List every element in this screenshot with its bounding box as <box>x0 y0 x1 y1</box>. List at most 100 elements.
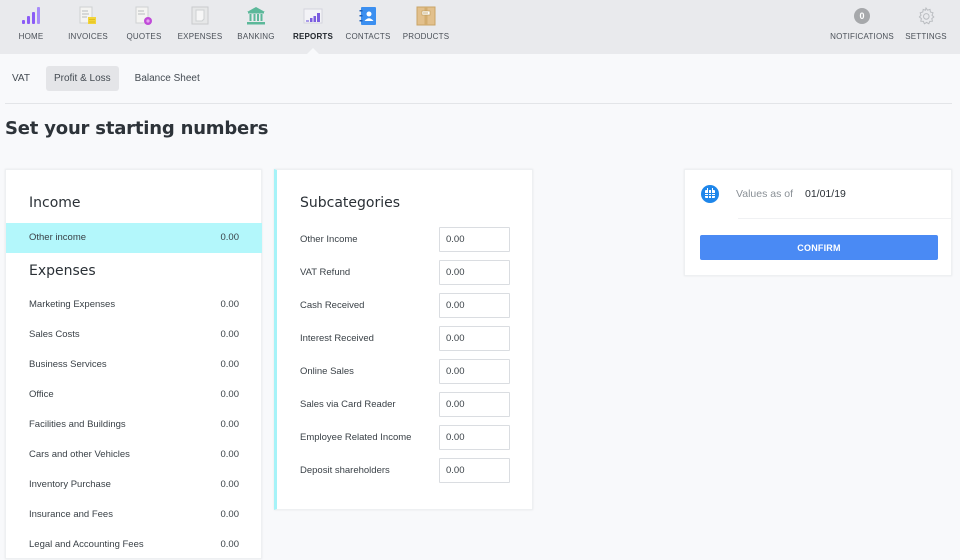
tab-vat[interactable]: VAT <box>4 66 38 91</box>
subcategory-row: Online Sales <box>277 359 532 384</box>
category-name: Office <box>29 389 54 400</box>
category-row[interactable]: Insurance and Fees 0.00 <box>6 500 262 530</box>
subcategories-panel: Subcategories Other Income VAT Refund Ca… <box>274 169 533 510</box>
expenses-heading: Expenses <box>29 263 96 279</box>
quote-icon <box>134 6 154 26</box>
category-value: 0.00 <box>220 419 240 430</box>
subcategory-amount-input[interactable] <box>439 359 510 384</box>
invoice-icon <box>78 6 98 26</box>
subcategory-label: Deposit shareholders <box>300 465 390 476</box>
category-name: Inventory Purchase <box>29 479 111 490</box>
subcategory-row: Other Income <box>277 227 532 252</box>
category-value: 0.00 <box>220 479 240 490</box>
subcategory-row: VAT Refund <box>277 260 532 285</box>
category-row[interactable]: Legal and Accounting Fees 0.00 <box>6 530 262 560</box>
subcategory-label: Interest Received <box>300 333 374 344</box>
category-row[interactable]: Inventory Purchase 0.00 <box>6 470 262 500</box>
categories-panel: Income Other income 0.00 Expenses Market… <box>5 169 262 559</box>
report-icon <box>303 6 323 26</box>
category-name: Insurance and Fees <box>29 509 113 520</box>
nav-home-label: HOME <box>18 32 44 41</box>
tab-balance-sheet[interactable]: Balance Sheet <box>127 66 208 91</box>
nav-home[interactable]: HOME <box>16 0 46 54</box>
subcategory-amount-input[interactable] <box>439 458 510 483</box>
nav-expenses[interactable]: EXPENSES <box>177 0 223 54</box>
category-value: 0.00 <box>220 389 240 400</box>
confirm-button[interactable]: CONFIRM <box>700 235 938 260</box>
subcategory-amount-input[interactable] <box>439 227 510 252</box>
income-heading: Income <box>29 195 81 211</box>
category-value: 0.00 <box>220 232 240 243</box>
category-name: Legal and Accounting Fees <box>29 539 144 550</box>
category-name: Sales Costs <box>29 329 80 340</box>
category-name: Facilities and Buildings <box>29 419 126 430</box>
category-value: 0.00 <box>220 449 240 460</box>
nav-quotes-label: QUOTES <box>126 32 162 41</box>
tabs-divider <box>5 103 952 104</box>
gear-icon <box>916 6 936 26</box>
category-value: 0.00 <box>220 299 240 310</box>
category-name: Other income <box>29 232 87 243</box>
subcategory-amount-input[interactable] <box>439 260 510 285</box>
category-row[interactable]: Business Services 0.00 <box>6 350 262 380</box>
nav-settings-label: SETTINGS <box>905 32 947 41</box>
category-value: 0.00 <box>220 359 240 370</box>
category-value: 0.00 <box>220 329 240 340</box>
category-row[interactable]: Marketing Expenses 0.00 <box>6 290 262 320</box>
subcategory-amount-input[interactable] <box>439 425 510 450</box>
values-as-of-label: Values as of <box>736 188 794 200</box>
nav-reports[interactable]: REPORTS <box>293 0 333 54</box>
subcategory-row: Employee Related Income <box>277 425 532 450</box>
subcategory-label: Online Sales <box>300 366 354 377</box>
category-row[interactable]: Facilities and Buildings 0.00 <box>6 410 262 440</box>
subcategory-label: Employee Related Income <box>300 432 412 443</box>
tab-profit-loss[interactable]: Profit & Loss <box>45 66 119 91</box>
subcategory-label: Cash Received <box>300 300 365 311</box>
category-row[interactable]: Cars and other Vehicles 0.00 <box>6 440 262 470</box>
nav-invoices-label: INVOICES <box>68 32 108 41</box>
expense-icon <box>190 6 210 26</box>
subcategory-amount-input[interactable] <box>439 293 510 318</box>
contacts-icon <box>358 6 378 26</box>
product-box-icon <box>416 6 436 26</box>
category-row[interactable]: Office 0.00 <box>6 380 262 410</box>
summary-panel: Values as of 01/01/19 CONFIRM <box>684 169 952 276</box>
top-navigation: HOME INVOICES QUOTES EXPENSES BANKING RE… <box>0 0 960 54</box>
category-name: Marketing Expenses <box>29 299 116 310</box>
nav-banking-label: BANKING <box>237 32 275 41</box>
notification-badge-icon: 0 <box>852 6 872 26</box>
category-row-other-income[interactable]: Other income 0.00 <box>6 223 262 253</box>
nav-reports-label: REPORTS <box>292 32 334 41</box>
nav-banking[interactable]: BANKING <box>237 0 275 54</box>
nav-products[interactable]: PRODUCTS <box>402 0 450 54</box>
notification-count: 0 <box>854 8 870 24</box>
bank-icon <box>246 6 266 26</box>
nav-notifications[interactable]: 0 NOTIFICATIONS <box>830 0 894 54</box>
subcategory-label: Other Income <box>300 234 358 245</box>
nav-settings[interactable]: SETTINGS <box>905 0 947 54</box>
subcategory-label: VAT Refund <box>300 267 351 278</box>
nav-invoices[interactable]: INVOICES <box>66 0 110 54</box>
subcategory-amount-input[interactable] <box>439 326 510 351</box>
nav-notifications-label: NOTIFICATIONS <box>830 32 894 41</box>
category-row[interactable]: Sales Costs 0.00 <box>6 320 262 350</box>
subcategory-row: Deposit shareholders <box>277 458 532 483</box>
summary-divider <box>738 218 952 219</box>
values-date[interactable]: 01/01/19 <box>805 188 846 200</box>
nav-contacts-label: CONTACTS <box>345 32 391 41</box>
calendar-icon[interactable] <box>701 185 719 203</box>
nav-products-label: PRODUCTS <box>402 32 450 41</box>
subcategory-row: Interest Received <box>277 326 532 351</box>
subcategory-row: Sales via Card Reader <box>277 392 532 417</box>
nav-contacts[interactable]: CONTACTS <box>345 0 391 54</box>
bar-chart-icon <box>21 6 41 26</box>
subcategory-amount-input[interactable] <box>439 392 510 417</box>
subcategory-row: Cash Received <box>277 293 532 318</box>
category-value: 0.00 <box>220 539 240 550</box>
page-title: Set your starting numbers <box>5 118 269 139</box>
nav-expenses-label: EXPENSES <box>177 32 223 41</box>
report-tabs: VAT Profit & Loss Balance Sheet <box>4 66 216 91</box>
nav-quotes[interactable]: QUOTES <box>126 0 162 54</box>
category-name: Cars and other Vehicles <box>29 449 130 460</box>
category-value: 0.00 <box>220 509 240 520</box>
